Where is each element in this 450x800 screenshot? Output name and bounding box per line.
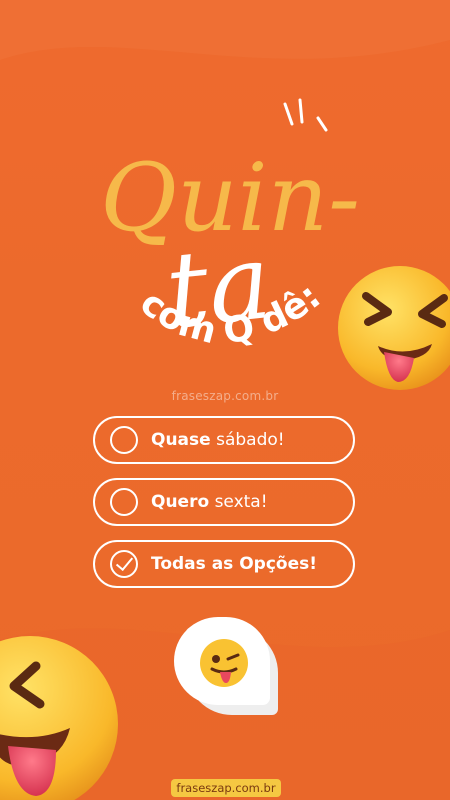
winking-tongue-emoji-icon <box>200 639 248 687</box>
footer-badge[interactable]: fraseszap.com.br <box>171 779 281 797</box>
option-text: sexta! <box>214 492 268 512</box>
story-card: Quin- ta com Q dê: fraseszap.com.br Quas… <box>0 0 450 800</box>
option-quero-sexta[interactable]: Quero sexta! <box>93 478 355 526</box>
radio-circle-icon <box>110 426 138 454</box>
chat-bubble <box>174 617 278 715</box>
radio-circle-icon <box>110 488 138 516</box>
option-quase-sabado[interactable]: Quase sábado! <box>93 416 355 464</box>
squint-tongue-emoji-icon <box>338 266 450 390</box>
laughing-tongue-emoji-icon <box>0 636 118 800</box>
check-icon <box>110 550 138 578</box>
sparkle-rays-icon <box>283 98 328 132</box>
option-bold-text: Todas as Opções! <box>151 554 317 574</box>
option-bold-text: Quero <box>151 492 210 512</box>
option-todas-as-opcoes[interactable]: Todas as Opções! <box>93 540 355 588</box>
option-text: sábado! <box>216 430 285 450</box>
option-bold-text: Quase <box>151 430 211 450</box>
